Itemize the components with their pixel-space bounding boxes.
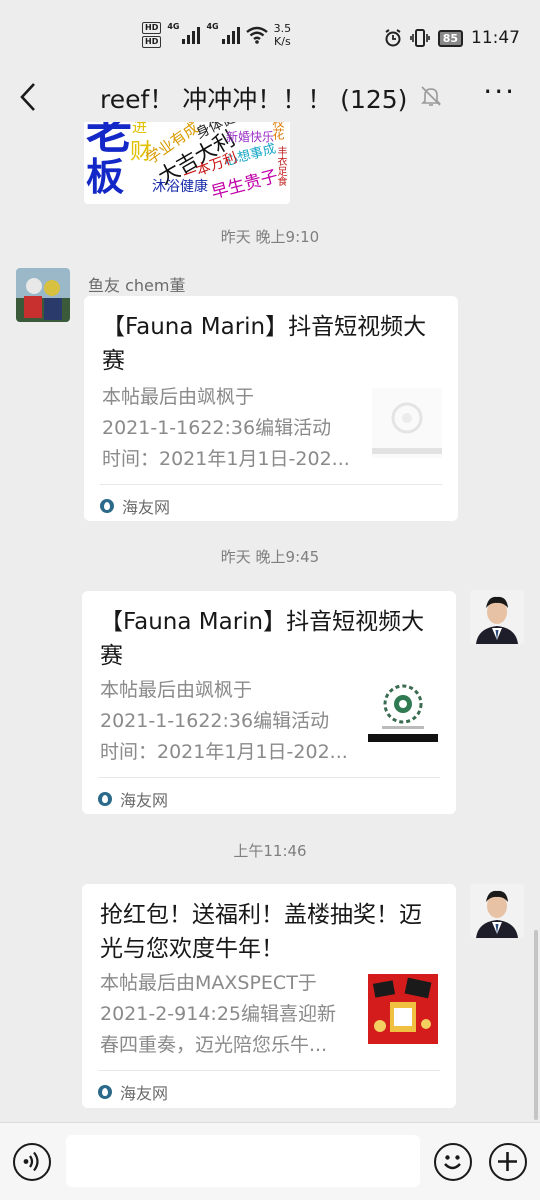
card-divider [98,777,440,778]
hd-badge: HD [142,36,162,48]
status-right: 85 11:47 [384,28,520,48]
card-thumbnail [368,974,438,1044]
input-bar [0,1122,540,1200]
chat-title: reef！ 冲冲冲！！！ (125) [100,85,408,114]
link-card[interactable]: 【Fauna Marin】抖音短视频大赛 本帖最后由飒枫于 2021-1-162… [82,591,456,814]
sticker-word: 沐浴健康 [152,179,208,195]
signal-icon [182,26,201,44]
card-description: 本帖最后由飒枫于 2021-1-1622:36编辑活动 时间：2021年1月1日… [100,679,348,763]
source-logo-icon [100,499,114,513]
hd-badge: HD [142,22,162,34]
card-source: 海友网 [98,1080,168,1104]
my-avatar[interactable] [470,884,524,938]
card-divider [98,1070,440,1071]
card-thumbnail [372,388,442,458]
sticker-word: 校花 [271,122,285,140]
avatar-image [470,884,524,938]
card-source: 海友网 [100,494,170,518]
alarm-icon [385,29,401,47]
network-type: 4G [206,22,219,31]
emoji-icon[interactable] [434,1143,472,1181]
sticker-word: 板 [86,155,125,199]
bell-off-icon [421,86,441,106]
message-timestamp: 昨天 晚上9:10 [220,228,320,246]
sender-name: 鱼友 chem董 [88,276,186,295]
avatar[interactable] [16,268,70,322]
chat-header: reef！ 冲冲冲！！！ (125) ··· [0,72,540,122]
message-timestamp: 上午11:46 [233,842,307,860]
card-description: 本帖最后由MAXSPECT于 2021-2-914:25编辑喜迎新 春四重奏，迈… [100,972,336,1056]
scrollbar[interactable] [534,930,538,1120]
source-logo-icon [98,792,112,806]
card-source: 海友网 [98,787,168,811]
card-description: 本帖最后由飒枫于 2021-1-1622:36编辑活动 时间：2021年1月1日… [102,386,350,470]
network-speed: 3.5 K/s [273,22,292,48]
plus-icon[interactable] [489,1143,527,1181]
my-avatar[interactable] [470,590,524,644]
battery-icon: 85 [437,29,463,47]
network-type: 4G [167,22,180,31]
card-divider [100,484,442,485]
sticker-word: 丰衣足食 [275,146,286,186]
source-logo-icon [98,1085,112,1099]
avatar-image [470,590,524,644]
vibrate-icon [409,29,430,47]
clock: 11:47 [471,28,520,48]
status-bar: HD HD 4G 4G 3.5 K/s 85 11:47 [0,0,540,72]
more-dots-icon[interactable]: ··· [483,75,516,108]
link-card[interactable]: 【Fauna Marin】抖音短视频大赛 本帖最后由飒枫于 2021-1-162… [84,296,458,521]
link-card[interactable]: 抢红包！送福利！盖楼抽奖！迈光与您欢度牛年！ 本帖最后由MAXSPECT于 20… [82,884,456,1108]
voice-icon[interactable] [13,1143,51,1181]
signal-icon [221,26,240,44]
hd-indicators: HD HD [142,22,162,48]
wifi-icon [245,26,268,44]
chevron-left-icon[interactable] [14,80,44,114]
message-timestamp: 昨天 晚上9:45 [220,548,320,566]
status-left: HD HD 4G 4G 3.5 K/s [142,22,291,48]
message-input[interactable] [66,1135,420,1187]
message-list[interactable]: 老 板 进 财 学业有成 大吉大利 身体健康 新婚快乐 心想事成 一本万利 沐浴… [0,122,540,1122]
card-thumbnail [368,677,438,747]
card-title: 【Fauna Marin】抖音短视频大赛 [102,314,427,374]
card-title: 【Fauna Marin】抖音短视频大赛 [100,609,425,669]
card-title: 抢红包！送福利！盖楼抽奖！迈光与您欢度牛年！ [100,902,422,962]
avatar-image [16,268,70,322]
sticker-image[interactable]: 老 板 进 财 学业有成 大吉大利 身体健康 新婚快乐 心想事成 一本万利 沐浴… [84,122,290,204]
